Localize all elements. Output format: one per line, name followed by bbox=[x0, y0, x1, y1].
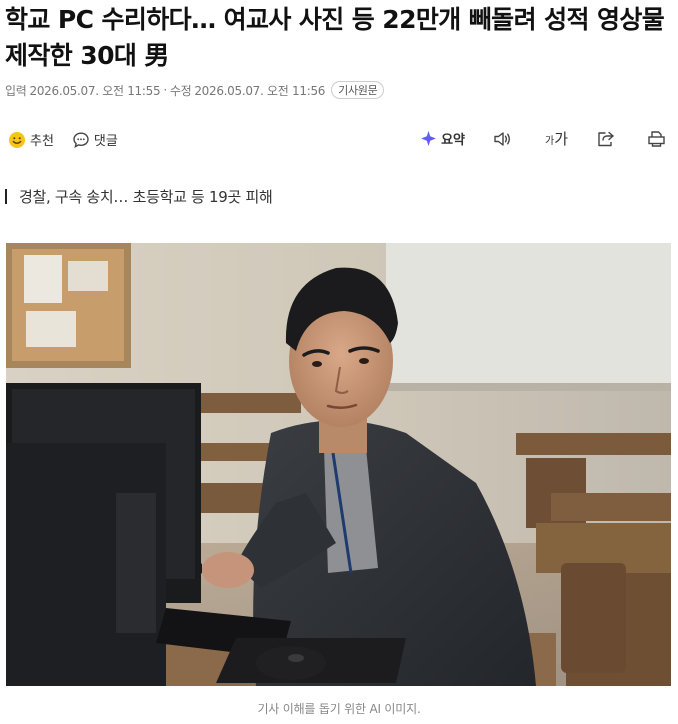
ai-sparkle-icon bbox=[420, 130, 437, 147]
audio-button[interactable] bbox=[493, 130, 517, 148]
article-photo bbox=[6, 243, 671, 686]
print-icon bbox=[647, 130, 666, 148]
subtitle-text: 경찰, 구속 송치… 초등학교 등 19곳 피해 bbox=[19, 187, 273, 206]
article-title: 학교 PC 수리하다… 여교사 사진 등 22만개 빼돌려 성적 영상물 제작한… bbox=[5, 5, 665, 70]
share-icon bbox=[596, 130, 615, 148]
smile-icon bbox=[8, 131, 26, 149]
speaker-icon bbox=[493, 130, 513, 148]
photo-caption: 기사 이해를 돕기 위한 AI 이미지. bbox=[257, 702, 421, 716]
original-article-link[interactable]: 기사원문 bbox=[331, 81, 385, 99]
article-toolbar: 추천 댓글 요약 가 가 bbox=[0, 126, 678, 156]
article-meta: 입력 2026.05.07. 오전 11:55 · 수정 2026.05.07.… bbox=[5, 79, 385, 101]
subtitle-bar bbox=[5, 188, 7, 204]
font-size-button[interactable]: 가가 bbox=[545, 128, 568, 149]
published-date: 2026.05.07. 오전 11:55 bbox=[29, 83, 161, 98]
modified-date: 2026.05.07. 오전 11:56 bbox=[194, 83, 326, 98]
font-size-icon: 가가 bbox=[545, 128, 568, 149]
published-label: 입력 bbox=[5, 83, 27, 98]
font-size-small-glyph: 가 bbox=[544, 136, 555, 147]
modified-label: 수정 bbox=[169, 83, 192, 98]
comments-label: 댓글 bbox=[93, 134, 118, 149]
article-subtitle: 경찰, 구속 송치… 초등학교 등 19곳 피해 bbox=[5, 184, 273, 208]
speech-bubble-icon bbox=[72, 131, 90, 149]
recommend-button[interactable]: 추천 bbox=[8, 130, 54, 149]
summary-button[interactable]: 요약 bbox=[420, 129, 465, 148]
share-button[interactable] bbox=[596, 130, 619, 148]
comments-button[interactable]: 댓글 bbox=[72, 130, 118, 149]
meta-separator: · bbox=[163, 83, 167, 97]
print-button[interactable] bbox=[647, 130, 670, 148]
classroom-photo-illustration bbox=[6, 243, 671, 686]
summary-label: 요약 bbox=[441, 133, 465, 148]
recommend-label: 추천 bbox=[30, 134, 54, 149]
font-size-large-glyph: 가 bbox=[554, 130, 568, 148]
